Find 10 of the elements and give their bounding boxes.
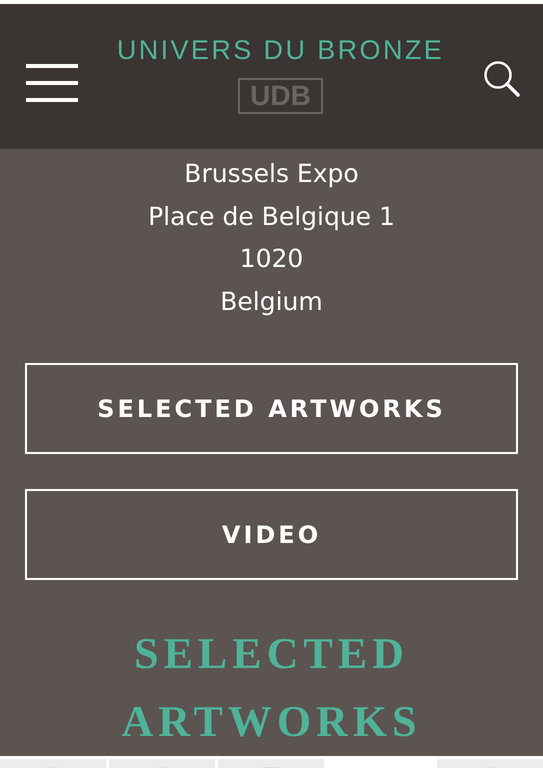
menu-icon[interactable] [26, 64, 78, 102]
address-line: 1020 [240, 243, 304, 275]
outline-button[interactable]: VIDEO [25, 489, 518, 580]
address-line: Belgium [220, 286, 323, 318]
outline-button[interactable]: SELECTED ARTWORKS [25, 363, 518, 454]
address-line: Brussels Expo [184, 158, 359, 190]
address-line: Place de Belgique 1 [148, 200, 395, 232]
search-icon[interactable] [483, 60, 521, 98]
site-title[interactable]: UNIVERS DU BRONZE [116, 34, 444, 66]
section-heading: SELECTED ARTWORKS [120, 628, 423, 748]
